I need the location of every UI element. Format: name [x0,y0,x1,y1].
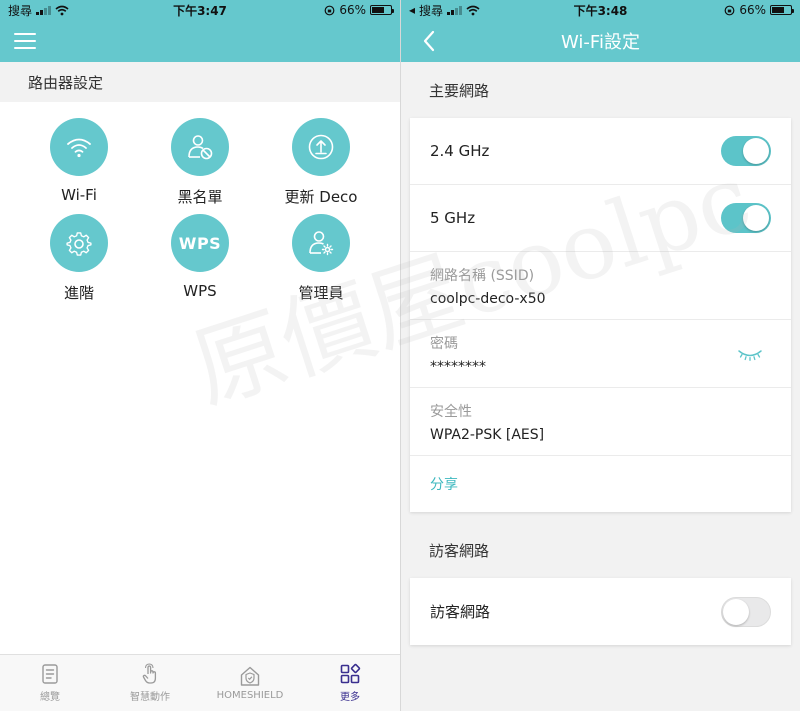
app-bar: Wi-Fi設定 [401,20,800,62]
security-value: WPA2-PSK [AES] [430,426,545,443]
battery-icon [770,5,794,15]
share-link[interactable]: 分享 [410,456,791,512]
status-bar: 搜尋 下午3:47 66% [0,0,400,20]
tile-blacklist[interactable]: 黑名單 [140,118,260,207]
wps-icon: WPS [171,214,229,272]
guest-network-row: 訪客網路 [410,578,791,645]
ssid-label: 網路名稱 (SSID) [430,267,535,284]
gear-icon [50,214,108,272]
tab-overview[interactable]: 總覽 [0,655,100,711]
page-title: Wi-Fi設定 [561,32,640,53]
band-24-row: 2.4 GHz [410,118,791,185]
smart-action-icon [142,663,157,684]
menu-icon[interactable] [14,33,36,49]
tile-label: 更新 Deco [284,188,358,206]
security-row[interactable]: 安全性 WPA2-PSK [AES] [410,388,791,456]
homeshield-icon [240,666,260,686]
status-bar: ◂ 搜尋 下午3:48 66% [401,0,800,20]
password-label: 密碼 [430,335,458,352]
tab-label: 更多 [340,692,360,703]
status-time: 下午3:47 [173,3,227,18]
tile-wps[interactable]: WPS WPS [140,214,260,300]
status-time: 下午3:48 [573,3,628,18]
admin-user-icon [292,214,350,272]
security-label: 安全性 [430,403,472,420]
wifi-settings-screen: ◂ 搜尋 下午3:48 66% Wi-Fi設定 主要網路 2.4 GHz 5 G… [401,0,800,711]
tab-label: 總覽 [40,692,60,703]
tab-more[interactable]: 更多 [300,655,400,711]
tile-admin[interactable]: 管理員 [261,214,381,303]
tile-label: Wi-Fi [61,186,97,204]
guest-network-card: 訪客網路 [410,578,791,645]
tab-homeshield[interactable]: HOMESHIELD [200,655,300,711]
tab-smart-action[interactable]: 智慧動作 [100,655,200,711]
tab-label: 智慧動作 [130,692,170,703]
section-title: 路由器設定 [0,62,400,102]
password-value: ******** [430,358,486,375]
overview-icon [42,664,58,684]
tile-label: 進階 [63,284,94,302]
wps-icon-text: WPS [178,233,222,253]
guest-network-title: 訪客網路 [429,541,490,560]
back-chevron-icon[interactable] [417,28,443,54]
wifi-icon [50,118,108,176]
blocked-user-icon [171,118,229,176]
band-5-toggle[interactable] [721,203,771,233]
ssid-value: coolpc-deco-x50 [430,290,546,307]
router-settings-screen: 搜尋 下午3:47 66% 路由器設定 Wi-Fi 黑名單 更新 Deco 進階… [0,0,400,711]
main-network-card: 2.4 GHz 5 GHz 網路名稱 (SSID) coolpc-deco-x5… [410,118,791,512]
guest-network-toggle[interactable] [721,596,771,627]
tile-advanced[interactable]: 進階 [19,214,139,303]
password-row[interactable]: 密碼 ******** [410,320,791,388]
band-5-label: 5 GHz [430,209,476,227]
eye-closed-icon[interactable] [737,348,763,362]
guest-network-label: 訪客網路 [430,603,491,621]
tile-label: WPS [183,282,217,300]
more-icon [340,663,361,684]
firmware-update-icon [292,118,350,176]
battery-icon [370,5,394,15]
band-24-toggle[interactable] [721,136,771,166]
bottom-tab-bar: 總覽 智慧動作 HOMESHIELD 更多 [0,654,400,711]
app-bar [0,20,400,62]
tab-label: HOMESHIELD [216,690,284,701]
main-network-title: 主要網路 [429,81,490,100]
tile-update-deco[interactable]: 更新 Deco [261,118,381,207]
tile-label: 管理員 [298,284,344,302]
band-24-label: 2.4 GHz [430,142,490,160]
tile-label: 黑名單 [177,188,223,206]
tile-wifi[interactable]: Wi-Fi [19,118,139,204]
band-5-row: 5 GHz [410,185,791,252]
ssid-row[interactable]: 網路名稱 (SSID) coolpc-deco-x50 [410,252,791,320]
